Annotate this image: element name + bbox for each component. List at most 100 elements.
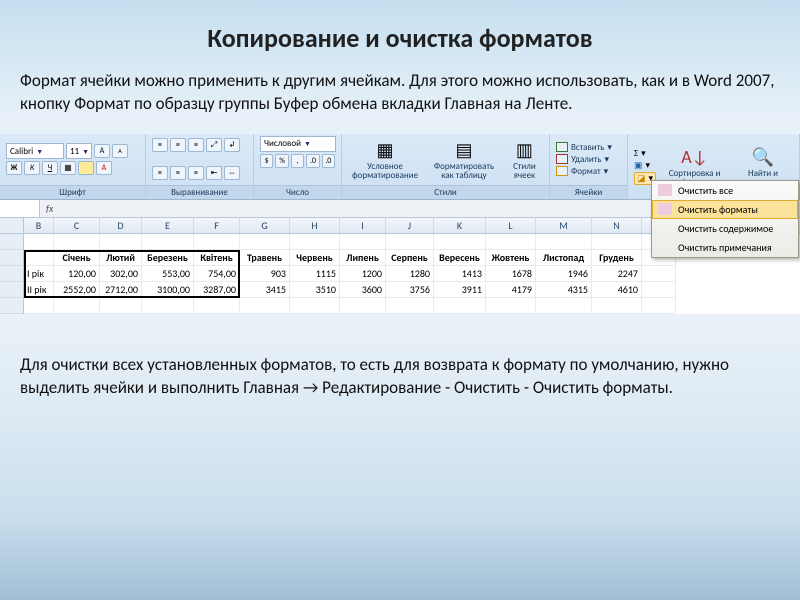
cell[interactable] <box>340 234 386 250</box>
cell[interactable] <box>100 298 142 314</box>
cell[interactable]: 1280 <box>386 266 434 282</box>
cell[interactable] <box>290 234 340 250</box>
fx-icon[interactable]: fx <box>40 202 59 215</box>
cell[interactable]: Листопад <box>536 250 592 266</box>
column-header[interactable]: E <box>142 218 194 233</box>
cell[interactable] <box>592 234 642 250</box>
merge-icon[interactable]: ⇔ <box>224 166 240 180</box>
cell[interactable]: Грудень <box>592 250 642 266</box>
currency-icon[interactable]: $ <box>260 154 273 168</box>
cell[interactable]: I рік <box>24 266 54 282</box>
indent-dec-icon[interactable]: ⇤ <box>206 166 222 180</box>
cell[interactable]: 1200 <box>340 266 386 282</box>
cell[interactable]: Червень <box>290 250 340 266</box>
cell[interactable] <box>536 234 592 250</box>
name-box[interactable] <box>0 200 40 217</box>
column-header[interactable]: F <box>194 218 240 233</box>
percent-icon[interactable]: % <box>275 154 288 168</box>
bold-button[interactable]: Ж <box>6 161 22 175</box>
cell[interactable]: Січень <box>54 250 100 266</box>
align-right-icon[interactable]: ≡ <box>188 166 204 180</box>
cell[interactable]: 3600 <box>340 282 386 298</box>
font-color-button[interactable]: A <box>96 161 112 175</box>
cell[interactable] <box>592 298 642 314</box>
cell[interactable] <box>290 298 340 314</box>
fill-color-button[interactable] <box>78 161 94 175</box>
cell[interactable]: 2712,00 <box>100 282 142 298</box>
column-header[interactable]: C <box>54 218 100 233</box>
cell[interactable] <box>240 234 290 250</box>
cell[interactable] <box>142 234 194 250</box>
cell[interactable] <box>486 234 536 250</box>
insert-button[interactable]: Вставить▾ <box>556 142 612 153</box>
column-header[interactable]: M <box>536 218 592 233</box>
cell[interactable]: Лютий <box>100 250 142 266</box>
cell[interactable]: Квітень <box>194 250 240 266</box>
cell[interactable] <box>434 234 486 250</box>
align-bottom-icon[interactable]: ≡ <box>188 138 204 152</box>
cell[interactable] <box>642 298 676 314</box>
clear-contents-item[interactable]: Очистить содержимое <box>652 219 798 238</box>
column-header[interactable]: I <box>340 218 386 233</box>
cell[interactable]: 4315 <box>536 282 592 298</box>
column-header[interactable]: J <box>386 218 434 233</box>
align-center-icon[interactable]: ≡ <box>170 166 186 180</box>
cell[interactable]: 903 <box>240 266 290 282</box>
cell[interactable] <box>24 234 54 250</box>
cell[interactable] <box>194 234 240 250</box>
cell[interactable]: 4610 <box>592 282 642 298</box>
column-header[interactable]: H <box>290 218 340 233</box>
cell[interactable]: Травень <box>240 250 290 266</box>
cell[interactable] <box>240 298 290 314</box>
cell-styles-button[interactable]: ▥ Стили ячеек <box>506 136 543 183</box>
clear-formats-item[interactable]: Очистить форматы <box>652 200 798 219</box>
column-header[interactable]: N <box>592 218 642 233</box>
cell[interactable]: II рік <box>24 282 54 298</box>
cell[interactable]: 754,00 <box>194 266 240 282</box>
cell[interactable]: Вересень <box>434 250 486 266</box>
column-header[interactable]: B <box>24 218 54 233</box>
cell[interactable] <box>100 234 142 250</box>
format-as-table-button[interactable]: ▤ Форматировать как таблицу <box>426 136 502 183</box>
fill-button[interactable]: ▣▾ <box>634 160 656 171</box>
autosum-button[interactable]: Σ▾ <box>634 148 656 159</box>
cell[interactable] <box>642 282 676 298</box>
cell[interactable]: 1678 <box>486 266 536 282</box>
orientation-icon[interactable]: ⤢ <box>206 138 222 152</box>
number-format-combo[interactable]: Числовой▼ <box>260 136 336 152</box>
inc-decimal-icon[interactable]: .0 <box>306 154 319 168</box>
cell[interactable] <box>536 298 592 314</box>
font-size-combo[interactable]: 11▼ <box>66 143 92 159</box>
italic-button[interactable]: К <box>24 161 40 175</box>
cell[interactable]: Липень <box>340 250 386 266</box>
dec-decimal-icon[interactable]: .0 <box>322 154 335 168</box>
column-header[interactable]: D <box>100 218 142 233</box>
format-button[interactable]: Формат▾ <box>556 166 612 177</box>
cell[interactable] <box>24 298 54 314</box>
cell[interactable] <box>386 234 434 250</box>
delete-button[interactable]: Удалить▾ <box>556 154 612 165</box>
cell[interactable] <box>194 298 240 314</box>
cell[interactable]: 1946 <box>536 266 592 282</box>
cell[interactable]: 553,00 <box>142 266 194 282</box>
clear-comments-item[interactable]: Очистить примечания <box>652 238 798 257</box>
cell[interactable]: 302,00 <box>100 266 142 282</box>
cell[interactable]: 3415 <box>240 282 290 298</box>
cell[interactable]: Жовтень <box>486 250 536 266</box>
cell[interactable]: 2247 <box>592 266 642 282</box>
cell[interactable]: Березень <box>142 250 194 266</box>
cell[interactable] <box>486 298 536 314</box>
clear-all-item[interactable]: Очистить все <box>652 181 798 200</box>
column-header[interactable]: K <box>434 218 486 233</box>
align-middle-icon[interactable]: ≡ <box>170 138 186 152</box>
cell[interactable] <box>340 298 386 314</box>
cell[interactable] <box>142 298 194 314</box>
underline-button[interactable]: Ч <box>42 161 58 175</box>
cell[interactable] <box>54 234 100 250</box>
column-header[interactable]: L <box>486 218 536 233</box>
cell[interactable]: 4179 <box>486 282 536 298</box>
cell[interactable]: Серпень <box>386 250 434 266</box>
cell[interactable] <box>386 298 434 314</box>
column-header[interactable]: G <box>240 218 290 233</box>
align-top-icon[interactable]: ≡ <box>152 138 168 152</box>
